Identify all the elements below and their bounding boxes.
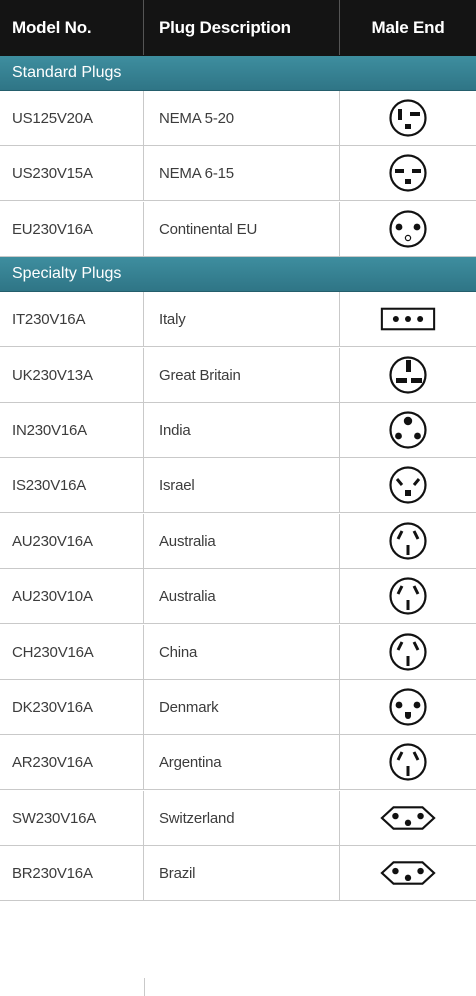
table-row: CH230V16A China xyxy=(0,625,476,680)
india-plug-icon xyxy=(340,403,476,457)
table-row: IN230V16A India xyxy=(0,403,476,458)
plug-description: Australia xyxy=(144,514,340,568)
plug-description: Denmark xyxy=(144,680,340,734)
model-number: EU230V16A xyxy=(0,202,144,256)
plug-description: Continental EU xyxy=(144,202,340,256)
table-row: US125V20A NEMA 5-20 xyxy=(0,91,476,146)
plug-description: Israel xyxy=(144,458,340,512)
plug-description: NEMA 6-15 xyxy=(144,146,340,200)
section-title: Standard Plugs xyxy=(12,64,122,81)
table-row: AR230V16A Argentina xyxy=(0,735,476,790)
table-row: IT230V16A Italy xyxy=(0,292,476,347)
model-number: IN230V16A xyxy=(0,403,144,457)
plug-description: Brazil xyxy=(144,846,340,900)
model-number: IT230V16A xyxy=(0,292,144,346)
plug-description: Great Britain xyxy=(144,348,340,402)
model-number: SW230V16A xyxy=(0,791,144,845)
table-row: BR230V16A Brazil xyxy=(0,846,476,901)
israel-plug-icon xyxy=(340,458,476,512)
nema-5-20-plug-icon xyxy=(340,91,476,145)
model-number: US125V20A xyxy=(0,91,144,145)
model-number: US230V15A xyxy=(0,146,144,200)
table-row: US230V15A NEMA 6-15 xyxy=(0,146,476,201)
model-number: AU230V16A xyxy=(0,514,144,568)
argentina-plug-icon xyxy=(340,735,476,789)
section-header: Specialty Plugs xyxy=(0,257,476,293)
table-row: DK230V16A Denmark xyxy=(0,680,476,735)
model-number: AU230V10A xyxy=(0,569,144,623)
plug-description: Australia xyxy=(144,569,340,623)
great-britain-plug-icon xyxy=(340,348,476,402)
china-plug-icon xyxy=(340,625,476,679)
switzerland-plug-icon xyxy=(340,791,476,845)
italy-plug-icon xyxy=(340,292,476,346)
model-number: BR230V16A xyxy=(0,846,144,900)
plug-description: China xyxy=(144,625,340,679)
table-row: IS230V16A Israel xyxy=(0,458,476,513)
plug-description: Argentina xyxy=(144,735,340,789)
header-model: Model No. xyxy=(0,0,144,55)
model-number: DK230V16A xyxy=(0,680,144,734)
australia-plug-icon xyxy=(340,569,476,623)
table-row: UK230V13A Great Britain xyxy=(0,348,476,403)
table-row: EU230V16A Continental EU xyxy=(0,202,476,257)
model-number: UK230V13A xyxy=(0,348,144,402)
header-male-end: Male End xyxy=(371,17,445,37)
column-divider xyxy=(144,978,145,996)
continental-eu-plug-icon xyxy=(340,202,476,256)
plug-description: India xyxy=(144,403,340,457)
table-row: SW230V16A Switzerland xyxy=(0,791,476,846)
plug-description: Switzerland xyxy=(144,791,340,845)
table-header: Model No. Plug Description Male End xyxy=(0,0,476,56)
brazil-plug-icon xyxy=(340,846,476,900)
denmark-plug-icon xyxy=(340,680,476,734)
model-number: AR230V16A xyxy=(0,735,144,789)
australia-plug-icon xyxy=(340,514,476,568)
header-description: Plug Description xyxy=(144,0,340,55)
model-number: CH230V16A xyxy=(0,625,144,679)
plug-description: Italy xyxy=(144,292,340,346)
section-header: Standard Plugs xyxy=(0,56,476,91)
table-row: AU230V10A Australia xyxy=(0,569,476,624)
plug-table: Model No. Plug Description Male End Stan… xyxy=(0,0,476,996)
model-number: IS230V16A xyxy=(0,458,144,512)
table-row: AU230V16A Australia xyxy=(0,514,476,569)
section-title: Specialty Plugs xyxy=(12,265,122,283)
plug-description: NEMA 5-20 xyxy=(144,91,340,145)
nema-6-15-plug-icon xyxy=(340,146,476,200)
